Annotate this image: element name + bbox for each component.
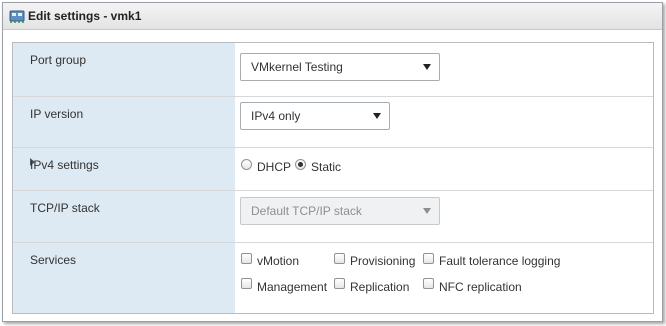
fault-tolerance-logging-label[interactable]: Fault tolerance logging (439, 254, 560, 268)
dhcp-radio[interactable] (241, 159, 252, 170)
nfc-replication-checkbox[interactable] (423, 278, 434, 289)
dialog-titlebar: Edit settings - vmk1 (3, 3, 662, 30)
port-group-label: Port group (30, 53, 87, 67)
port-group-row: Port group VMkernel Testing (13, 43, 653, 97)
management-label[interactable]: Management (257, 280, 327, 294)
tcpip-stack-select: Default TCP/IP stack (240, 197, 440, 225)
services-label: Services (30, 253, 77, 267)
provisioning-label[interactable]: Provisioning (350, 254, 415, 268)
ipv4-settings-row: IPv4 settings DHCP Static (13, 148, 653, 191)
static-label[interactable]: Static (311, 160, 341, 174)
vmotion-checkbox[interactable] (241, 253, 252, 264)
chevron-down-icon (423, 64, 431, 70)
ip-version-row: IP version IPv4 only (13, 97, 653, 148)
ipv4-settings-label: IPv4 settings (30, 158, 99, 172)
port-group-value: VMkernel Testing (251, 60, 343, 74)
services-label-cell: Services (13, 243, 235, 313)
static-radio[interactable] (295, 159, 306, 170)
tcpip-stack-value: Default TCP/IP stack (251, 204, 362, 218)
network-adapter-icon (9, 10, 25, 23)
settings-panel: Port group VMkernel Testing IP version I… (12, 42, 654, 314)
dialog-title: Edit settings - vmk1 (28, 9, 142, 23)
services-row: Services vMotion Provisioning Fault tole… (13, 243, 653, 313)
port-group-select[interactable]: VMkernel Testing (240, 53, 440, 81)
ipv4-settings-label-cell[interactable]: IPv4 settings (13, 148, 235, 190)
ip-version-label: IP version (30, 107, 84, 121)
edit-settings-dialog: Edit settings - vmk1 Port group VMkernel… (2, 2, 663, 322)
ip-version-select[interactable]: IPv4 only (240, 102, 390, 130)
tcpip-stack-label: TCP/IP stack (30, 201, 100, 215)
ip-version-value: IPv4 only (251, 109, 301, 123)
provisioning-checkbox[interactable] (334, 253, 345, 264)
replication-checkbox[interactable] (334, 278, 345, 289)
ip-version-label-cell: IP version (13, 97, 235, 147)
port-group-label-cell: Port group (13, 43, 235, 96)
chevron-down-icon (423, 208, 431, 214)
tcpip-stack-label-cell: TCP/IP stack (13, 191, 235, 242)
management-checkbox[interactable] (241, 278, 252, 289)
replication-label[interactable]: Replication (350, 280, 409, 294)
fault-tolerance-logging-checkbox[interactable] (423, 253, 434, 264)
nfc-replication-label[interactable]: NFC replication (439, 280, 522, 294)
tcpip-stack-row: TCP/IP stack Default TCP/IP stack (13, 191, 653, 243)
vmotion-label[interactable]: vMotion (257, 254, 299, 268)
chevron-down-icon (373, 113, 381, 119)
dhcp-label[interactable]: DHCP (257, 160, 291, 174)
